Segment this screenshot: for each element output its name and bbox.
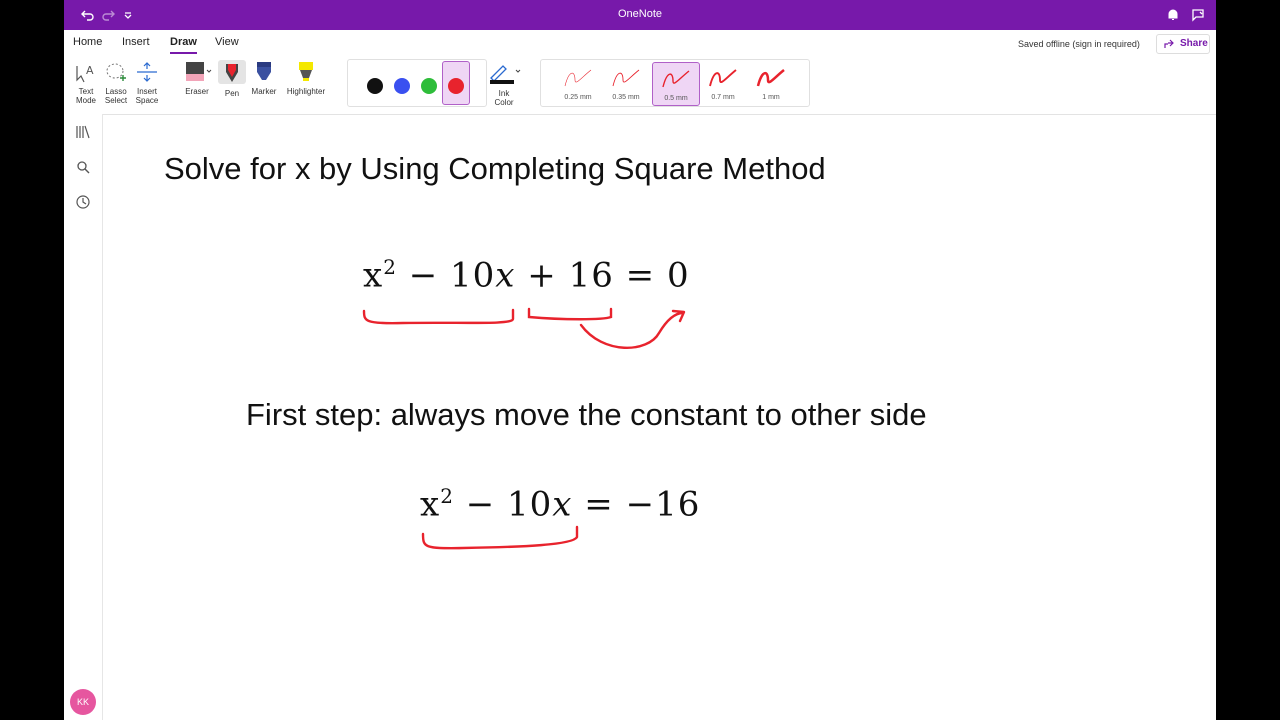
thickness-option-05-selected[interactable]: 0.5 mm	[652, 62, 700, 106]
ink-color-icon	[490, 65, 521, 84]
color-swatch-black[interactable]	[367, 78, 383, 94]
feedback-icon[interactable]	[1190, 7, 1206, 23]
lasso-select-button[interactable]: Lasso Select	[102, 60, 130, 105]
step-instruction: First step: always move the constant to …	[246, 397, 927, 432]
ink-bracket-x-terms	[362, 308, 515, 325]
share-button[interactable]: Share	[1156, 34, 1210, 54]
ink-color-button[interactable]: Ink Color	[486, 60, 522, 107]
text-mode-icon: A	[76, 64, 94, 83]
marker-icon	[257, 62, 271, 80]
color-swatch-blue[interactable]	[394, 78, 410, 94]
draw-ribbon: A Text Mode Lasso Select Insert Space Erase…	[64, 56, 1216, 115]
onenote-window: OneNote Home Insert Draw View Saved offl…	[64, 0, 1216, 720]
tab-insert[interactable]: Insert	[122, 36, 150, 48]
marker-button[interactable]: Marker	[250, 60, 278, 96]
search-icon[interactable]	[75, 159, 91, 175]
lasso-label-2: Select	[104, 96, 128, 105]
thickness-label-035: 0.35 mm	[612, 94, 640, 101]
stroke-preview-icon	[612, 69, 640, 87]
svg-text:A: A	[86, 64, 94, 77]
page-heading: Solve for x by Using Completing Square M…	[164, 151, 826, 186]
text-mode-button[interactable]: A Text Mode	[72, 60, 100, 105]
highlighter-icon	[299, 62, 313, 81]
eq2-exponent: 2	[440, 484, 454, 508]
eq2-x: x	[420, 484, 441, 525]
color-swatch-green[interactable]	[421, 78, 437, 94]
stroke-preview-icon	[709, 69, 737, 87]
eq2-constant-side: = −16	[572, 484, 701, 525]
title-bar: OneNote	[64, 0, 1216, 30]
stroke-preview-icon	[756, 69, 785, 87]
tab-home[interactable]: Home	[73, 36, 102, 48]
thickness-label-025: 0.25 mm	[564, 94, 592, 101]
eraser-button[interactable]: Eraser	[179, 60, 215, 96]
color-swatch-red[interactable]	[448, 78, 464, 94]
equation-original: x2 − 10x + 16 = 0	[363, 255, 690, 295]
eraser-label: Eraser	[185, 87, 209, 96]
insert-space-label-2: Space	[135, 96, 159, 105]
recent-clock-icon[interactable]	[75, 194, 91, 210]
user-avatar[interactable]: KK	[70, 689, 96, 715]
thickness-option-1[interactable]: 1 mm	[748, 62, 794, 104]
eq2-coefficient: − 10	[453, 484, 553, 525]
notebooks-icon[interactable]	[75, 124, 91, 140]
ink-color-swatches	[347, 59, 487, 107]
text-mode-label-2: Mode	[75, 96, 96, 105]
eq1-coefficient: − 10	[396, 255, 496, 296]
eraser-icon	[186, 62, 212, 81]
stroke-preview-icon	[564, 69, 592, 87]
eq1-exponent: 2	[383, 255, 397, 279]
ink-bracket-eq2	[421, 525, 579, 550]
tab-view[interactable]: View	[215, 36, 239, 48]
notifications-bell-icon[interactable]	[1165, 7, 1181, 23]
thickness-label-1: 1 mm	[762, 94, 780, 101]
ink-arrow-move-constant	[579, 309, 686, 349]
eq2-variable: x	[552, 484, 573, 525]
ink-color-label-2: Color	[494, 98, 514, 107]
tab-draw[interactable]: Draw	[170, 36, 197, 54]
page-canvas[interactable]: Solve for x by Using Completing Square M…	[103, 115, 1216, 720]
share-label: Share	[1180, 38, 1208, 49]
lasso-select-icon	[106, 63, 126, 81]
insert-space-label-1: Insert	[136, 87, 157, 96]
marker-label: Marker	[251, 87, 277, 96]
equation-rearranged: x2 − 10x = −16	[420, 484, 700, 524]
thickness-option-07[interactable]: 0.7 mm	[700, 62, 746, 104]
insert-space-button[interactable]: Insert Space	[132, 60, 162, 105]
app-title: OneNote	[617, 8, 663, 20]
lasso-label-1: Lasso	[105, 87, 127, 96]
ink-bracket-constant	[527, 307, 613, 321]
pen-button[interactable]	[218, 60, 246, 84]
stroke-thickness-group: 0.25 mm 0.35 mm 0.5 mm 0.7 mm 1 mm	[540, 59, 810, 107]
navigation-rail: KK	[64, 114, 103, 720]
share-icon	[1164, 39, 1174, 48]
ink-color-label-1: Ink	[498, 89, 510, 98]
insert-space-icon	[137, 62, 157, 82]
eq1-constant-side: + 16 = 0	[515, 255, 690, 296]
ribbon-tabs: Home Insert Draw View Saved offline (sig…	[64, 30, 1216, 56]
pen-icon	[226, 64, 238, 82]
text-mode-label-1: Text	[78, 87, 94, 96]
stroke-preview-icon	[662, 70, 690, 88]
thickness-option-035[interactable]: 0.35 mm	[603, 62, 649, 104]
save-status-text: Saved offline (sign in required)	[1018, 39, 1140, 49]
highlighter-button[interactable]: Highlighter	[282, 60, 330, 96]
eq1-variable: x	[495, 255, 516, 296]
pen-label: Pen	[224, 89, 240, 98]
thickness-option-025[interactable]: 0.25 mm	[555, 62, 601, 104]
thickness-label-07: 0.7 mm	[711, 94, 735, 101]
thickness-label-05: 0.5 mm	[664, 95, 688, 102]
highlighter-label: Highlighter	[286, 87, 326, 96]
eq1-x: x	[363, 255, 384, 296]
